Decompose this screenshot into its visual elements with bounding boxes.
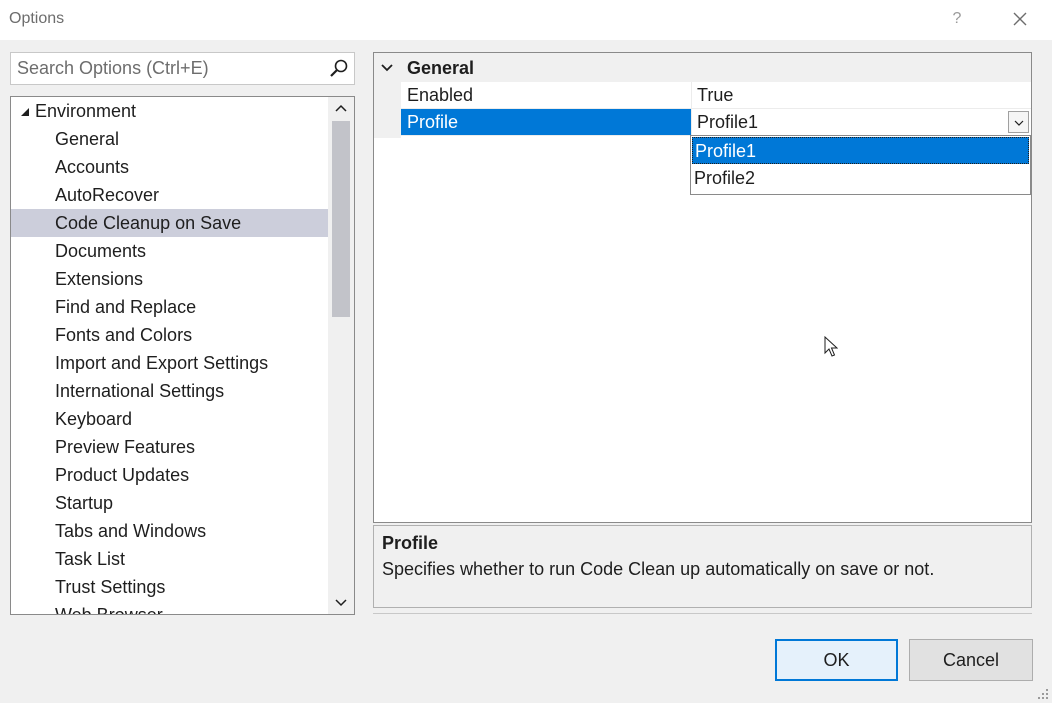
close-button[interactable] [1007,6,1033,32]
tree-item[interactable]: Accounts [11,153,329,181]
tree-item[interactable]: Code Cleanup on Save [11,209,329,237]
category-label: General [407,58,475,78]
chevron-up-icon [335,104,347,112]
dropdown-option[interactable]: Profile2 [692,165,1029,192]
ok-button[interactable]: OK [775,639,898,681]
tree-item[interactable]: Startup [11,489,329,517]
scroll-thumb[interactable] [332,121,350,317]
tree-item[interactable]: General [11,125,329,153]
tree-item[interactable]: Trust Settings [11,573,329,601]
tree-item-environment[interactable]: Environment [11,97,329,125]
tree-item[interactable]: Web Browser [11,601,329,614]
options-tree: Environment General Accounts AutoRecover Co… [10,96,355,615]
mouse-cursor-icon [824,336,838,357]
tree-item[interactable]: Tabs and Windows [11,517,329,545]
profile-dropdown-list: Profile1 Profile2 [690,135,1031,195]
tree-item[interactable]: Task List [11,545,329,573]
description-panel: Profile Specifies whether to run Code Cl… [373,525,1032,608]
tree-item[interactable]: International Settings [11,377,329,405]
chevron-down-icon [1014,120,1023,126]
search-box [10,52,355,85]
tree-item[interactable]: Preview Features [11,433,329,461]
tree-item[interactable]: AutoRecover [11,181,329,209]
tree-item[interactable]: Find and Replace [11,293,329,321]
tree-item[interactable]: Extensions [11,265,329,293]
property-name: Profile [401,109,691,135]
window-title: Options [9,10,65,27]
close-icon [1013,12,1027,26]
description-title: Profile [382,533,439,553]
tree-item[interactable]: Keyboard [11,405,329,433]
tree-root-label: Environment [35,101,137,121]
chevron-down-icon[interactable] [380,61,394,75]
property-grid: General Enabled True Profile Profile1 [373,52,1032,523]
search-input[interactable] [11,53,321,84]
profile-combobox[interactable]: Profile1 [691,109,1031,136]
property-row-enabled[interactable]: Enabled True [401,82,1031,109]
description-text: Specifies whether to run Code Clean up a… [382,559,935,579]
grid-gutter [374,82,401,138]
scroll-up-button[interactable] [328,97,354,121]
property-row-profile[interactable]: Profile Profile1 [401,109,1031,136]
vertical-scrollbar[interactable] [328,97,354,614]
tree-item[interactable]: Fonts and Colors [11,321,329,349]
divider [373,613,1032,614]
search-icon[interactable] [328,58,350,80]
tree-list: Environment General Accounts AutoRecover Co… [11,97,329,614]
property-name: Enabled [407,85,474,105]
tree-item[interactable]: Import and Export Settings [11,349,329,377]
dropdown-option[interactable]: Profile1 [692,137,1029,164]
chevron-down-icon [335,599,347,607]
resize-grip-icon[interactable] [1037,688,1049,700]
tree-item[interactable]: Product Updates [11,461,329,489]
combobox-value: Profile1 [697,112,759,132]
combobox-dropdown-button[interactable] [1008,111,1029,133]
title-bar: Options ? [0,0,1052,40]
cancel-button[interactable]: Cancel [909,639,1033,681]
category-row-general[interactable]: General [374,53,1031,82]
property-value[interactable]: True [691,82,1031,108]
help-button[interactable]: ? [944,6,970,32]
expand-collapse-icon[interactable] [15,97,35,125]
scroll-down-button[interactable] [328,590,354,614]
tree-item[interactable]: Documents [11,237,329,265]
